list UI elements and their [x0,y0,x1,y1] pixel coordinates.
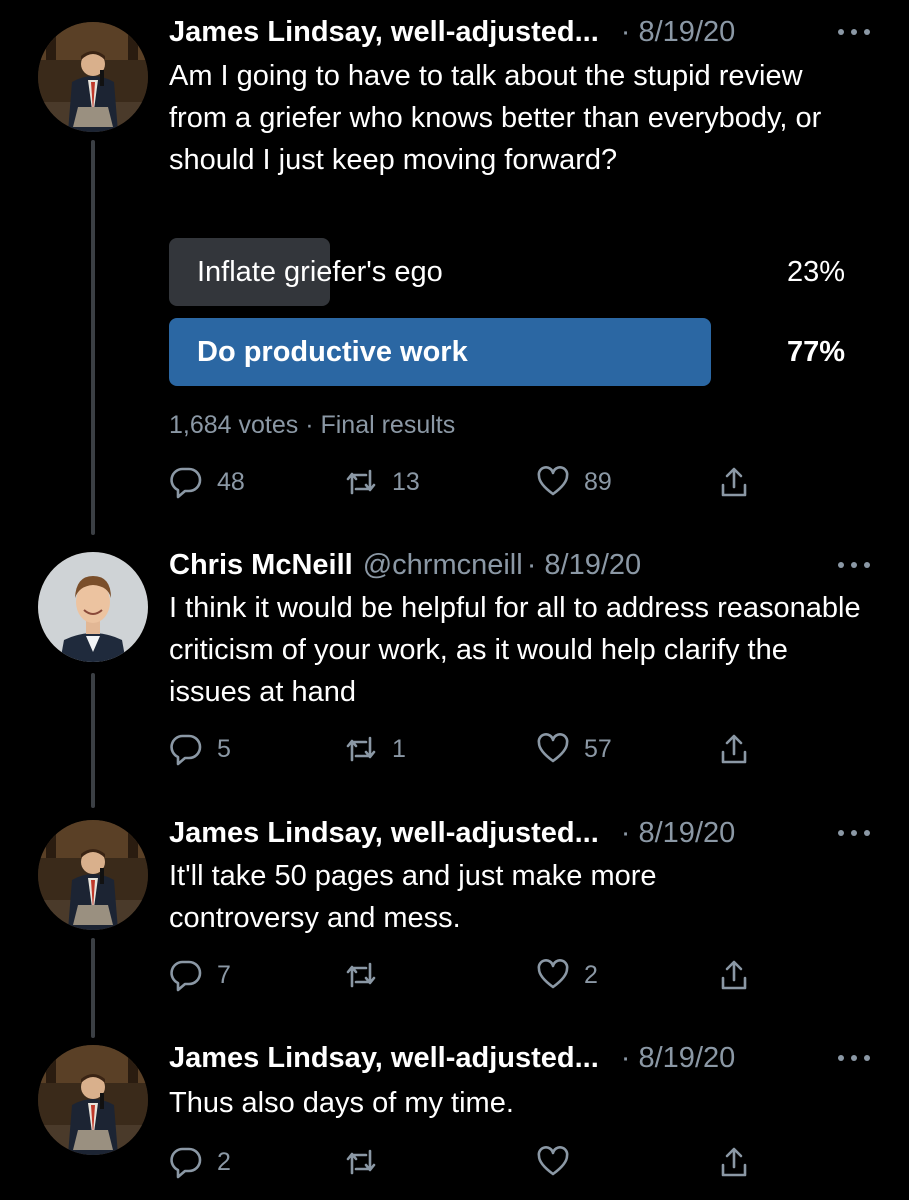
like-count: 57 [584,734,612,763]
retweet-button[interactable] [344,1140,392,1184]
avatar[interactable] [38,22,148,132]
smiling-man-portrait-icon [38,552,148,662]
reply-count: 48 [217,467,245,496]
like-button[interactable]: 57 [536,727,612,771]
tweet-actions: 2 [169,1140,769,1184]
like-count: 89 [584,467,612,496]
more-icon [838,562,870,568]
reply-icon [170,467,202,499]
share-button[interactable] [717,1140,751,1184]
poll-option[interactable]: Do productive work 77% [169,318,845,386]
author-name[interactable]: James Lindsay, well-adjusted... [169,1042,599,1075]
author-name[interactable]: Chris McNeill [169,549,353,582]
share-button[interactable] [717,953,751,997]
like-button[interactable] [536,1140,584,1184]
share-button[interactable] [717,727,751,771]
tweet-date[interactable]: · 8/19/20 [527,549,641,582]
poll-option-percent: 77% [786,335,845,368]
share-icon [721,467,747,497]
retweet-button[interactable]: 13 [344,460,420,504]
reply-count: 7 [217,960,231,989]
tweet-actions: 5 1 57 [169,727,769,771]
tweet-actions: 7 2 [169,953,769,997]
more-icon [838,1055,870,1061]
tweet-text: I think it would be helpful for all to a… [169,592,861,708]
tweet-header: Chris McNeill @chrmcneill · 8/19/20 [169,545,871,585]
tweet-text: Am I going to have to talk about the stu… [169,60,822,176]
thread-line [91,140,95,535]
like-button[interactable]: 2 [536,953,598,997]
reply-button[interactable]: 48 [169,460,245,504]
man-in-suit-with-microphone-icon [38,1045,148,1155]
like-button[interactable]: 89 [536,460,612,504]
share-icon [721,734,747,764]
man-in-suit-with-microphone-icon [38,820,148,930]
tweet-date[interactable]: · 8/19/20 [621,817,735,850]
more-icon [838,830,870,836]
retweet-icon [346,1149,376,1175]
poll-option[interactable]: Inflate griefer's ego 23% [169,238,845,306]
retweet-icon [346,736,376,762]
tweet-text: Thus also days of my time. [169,1087,514,1119]
thread-line [91,673,95,808]
author-name[interactable]: James Lindsay, well-adjusted... [169,16,599,49]
more-icon [838,29,870,35]
reply-icon [170,734,202,766]
reply-icon [170,1147,202,1179]
more-button[interactable] [837,12,871,52]
share-icon [721,960,747,990]
reply-icon [170,960,202,992]
retweet-button[interactable] [344,953,392,997]
tweet-header: James Lindsay, well-adjusted... · 8/19/2… [169,1038,871,1078]
share-button[interactable] [717,460,751,504]
heart-icon [537,1146,569,1176]
author-handle[interactable]: @chrmcneill [363,549,523,582]
more-button[interactable] [837,545,871,585]
reply-button[interactable]: 5 [169,727,231,771]
tweet-text: It'll take 50 pages and just make more c… [169,860,657,934]
more-button[interactable] [837,813,871,853]
tweet-actions: 48 13 89 [169,460,769,504]
heart-icon [537,733,569,763]
heart-icon [537,959,569,989]
author-name[interactable]: James Lindsay, well-adjusted... [169,817,599,850]
reply-button[interactable]: 7 [169,953,231,997]
retweet-button[interactable]: 1 [344,727,406,771]
tweet-date[interactable]: · 8/19/20 [621,16,735,49]
avatar[interactable] [38,552,148,662]
tweet-header: James Lindsay, well-adjusted... · 8/19/2… [169,12,871,52]
avatar[interactable] [38,820,148,930]
poll-results-meta: 1,684 votes · Final results [169,411,456,439]
man-in-suit-with-microphone-icon [38,22,148,132]
retweet-count: 13 [392,467,420,496]
retweet-count: 1 [392,734,406,763]
thread-line [91,938,95,1038]
like-count: 2 [584,960,598,989]
poll-option-label: Do productive work [197,335,468,368]
avatar[interactable] [38,1045,148,1155]
tweet-date[interactable]: · 8/19/20 [621,1042,735,1075]
poll-option-label: Inflate griefer's ego [197,255,443,288]
poll-option-percent: 23% [786,255,845,288]
heart-icon [537,466,569,496]
retweet-icon [346,962,376,988]
share-icon [721,1147,747,1177]
tweet-header: James Lindsay, well-adjusted... · 8/19/2… [169,813,871,853]
reply-count: 2 [217,1147,231,1176]
retweet-icon [346,469,376,495]
reply-count: 5 [217,734,231,763]
more-button[interactable] [837,1038,871,1078]
reply-button[interactable]: 2 [169,1140,231,1184]
